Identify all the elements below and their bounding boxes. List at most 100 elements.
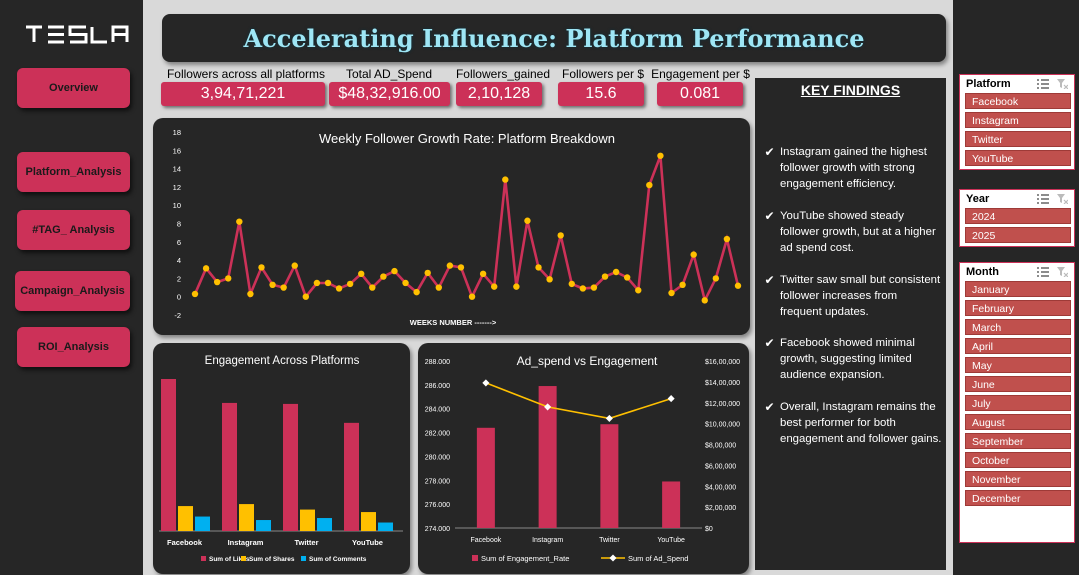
- nav-roi-analysis-button[interactable]: ROI_Analysis: [17, 327, 130, 367]
- bar: [178, 506, 193, 531]
- checkmark-icon: ✔: [764, 273, 775, 287]
- y-right-tick-label: $14,00,000: [705, 380, 740, 387]
- y-right-tick-label: $10,00,000: [705, 422, 740, 429]
- month-slicer: Month January February March April May J…: [959, 262, 1075, 543]
- y-tick-label: 4: [177, 256, 181, 265]
- weekly-growth-chart: Weekly Follower Growth Rate: Platform Br…: [173, 128, 742, 327]
- data-point: [191, 290, 199, 298]
- slicer-item-june[interactable]: June: [965, 376, 1071, 392]
- slicer-title: Year: [966, 193, 990, 205]
- data-point: [734, 282, 742, 289]
- chart-title: Weekly Follower Growth Rate: Platform Br…: [319, 131, 615, 146]
- bar: [600, 424, 619, 528]
- nav-tag-analysis-button[interactable]: #TAG_ Analysis: [17, 210, 130, 250]
- key-findings-heading: KEY FINDINGS: [800, 82, 901, 98]
- slicer-item-youtube[interactable]: YouTube: [965, 150, 1071, 166]
- y-right-tick-label: $2,00,000: [705, 505, 736, 512]
- nav-campaign-analysis-button[interactable]: Campaign_Analysis: [15, 271, 130, 311]
- data-point: [202, 265, 210, 272]
- data-point: [402, 279, 409, 287]
- slicer-item-2024[interactable]: 2024: [965, 208, 1071, 224]
- adspend-marker: [482, 379, 490, 387]
- x-tick-label: YouTube: [657, 537, 685, 544]
- slicer-item-july[interactable]: July: [965, 395, 1071, 411]
- data-point: [535, 264, 542, 271]
- nav-platform-analysis-button[interactable]: Platform_Analysis: [17, 152, 130, 192]
- multi-select-icon[interactable]: [1037, 194, 1049, 204]
- legend-label: Sum of Engagement_Rate: [481, 554, 569, 563]
- y-tick-label: 18: [173, 128, 181, 137]
- data-point: [723, 235, 731, 243]
- y-left-tick-label: 284.000: [425, 407, 450, 414]
- slicer-item-instagram[interactable]: Instagram: [965, 112, 1071, 128]
- y-tick-label: 8: [177, 220, 181, 229]
- slicer-header: Year: [960, 190, 1074, 208]
- data-point: [391, 267, 398, 275]
- bar: [195, 516, 210, 531]
- y-tick-label: 10: [173, 201, 181, 210]
- slicer-item-october[interactable]: October: [965, 452, 1071, 468]
- clear-filter-icon[interactable]: [1057, 194, 1068, 204]
- data-point: [413, 288, 420, 296]
- data-point: [291, 262, 298, 269]
- legend-marker: [609, 554, 617, 562]
- y-tick-label: 16: [173, 146, 181, 155]
- y-left-tick-label: 276.000: [425, 502, 450, 509]
- data-point: [646, 181, 653, 189]
- x-tick-label: Facebook: [167, 538, 203, 547]
- slicer-item-february[interactable]: February: [965, 300, 1071, 316]
- kpi-label-followers-gained: Followers_gained: [455, 67, 551, 81]
- legend-label: Sum of Ad_Spend: [628, 554, 688, 563]
- legend-label: Sum of Shares: [249, 556, 295, 563]
- slicer-item-march[interactable]: March: [965, 319, 1071, 335]
- slicer-item-september[interactable]: September: [965, 433, 1071, 449]
- clear-filter-icon[interactable]: [1057, 79, 1068, 89]
- slicer-item-april[interactable]: April: [965, 338, 1071, 354]
- slicer-item-facebook[interactable]: Facebook: [965, 93, 1071, 109]
- data-point: [335, 285, 343, 292]
- data-point: [635, 287, 642, 294]
- chart-title: Ad_spend vs Engagement: [517, 354, 658, 368]
- bar: [256, 520, 271, 531]
- slicer-item-may[interactable]: May: [965, 357, 1071, 373]
- bar: [300, 509, 315, 531]
- y-left-tick-label: 286.000: [425, 383, 450, 390]
- slicer-item-2025[interactable]: 2025: [965, 227, 1071, 243]
- y-left-tick-label: 274.000: [425, 526, 450, 533]
- slicer-item-january[interactable]: January: [965, 281, 1071, 297]
- y-left-tick-label: 278.000: [425, 478, 450, 485]
- kpi-value-ad-spend: $48,32,916.00: [329, 82, 450, 106]
- y-right-tick-label: $6,00,000: [705, 463, 736, 470]
- legend-swatch: [201, 556, 206, 561]
- adspend-marker: [667, 395, 675, 403]
- slicer-item-november[interactable]: November: [965, 471, 1071, 487]
- bar: [344, 422, 359, 531]
- slicer-item-twitter[interactable]: Twitter: [965, 131, 1071, 147]
- slicer-item-august[interactable]: August: [965, 414, 1071, 430]
- kpi-label-engagement-per-dollar: Engagement per $: [651, 67, 750, 81]
- clear-filter-icon[interactable]: [1057, 267, 1068, 277]
- multi-select-icon[interactable]: [1037, 267, 1049, 277]
- finding-text: YouTube showed steady follower growth, b…: [780, 210, 936, 254]
- slicer-header: Month: [960, 263, 1074, 281]
- slicer-item-december[interactable]: December: [965, 490, 1071, 506]
- kpi-value-followers: 3,94,71,221: [161, 82, 325, 106]
- data-point: [468, 293, 476, 300]
- bar: [222, 402, 237, 531]
- data-point: [502, 176, 509, 183]
- data-point: [380, 273, 387, 280]
- bar: [361, 512, 376, 531]
- nav-overview-button[interactable]: Overview: [17, 68, 130, 108]
- data-point: [568, 280, 575, 288]
- data-point: [491, 283, 498, 290]
- finding-item: ✔ YouTube showed steady follower growth,…: [759, 208, 942, 256]
- kpi-value-followers-gained: 2,10,128: [456, 82, 542, 106]
- finding-item: ✔ Twitter saw small but consistent follo…: [759, 272, 942, 320]
- finding-text: Overall, Instagram remains the best perf…: [780, 401, 942, 445]
- y-left-tick-label: 288.000: [425, 359, 450, 366]
- adspend-marker: [605, 414, 613, 422]
- multi-select-icon[interactable]: [1037, 79, 1049, 89]
- data-point: [679, 281, 686, 289]
- y-right-tick-label: $12,00,000: [705, 401, 740, 408]
- bar: [378, 522, 393, 531]
